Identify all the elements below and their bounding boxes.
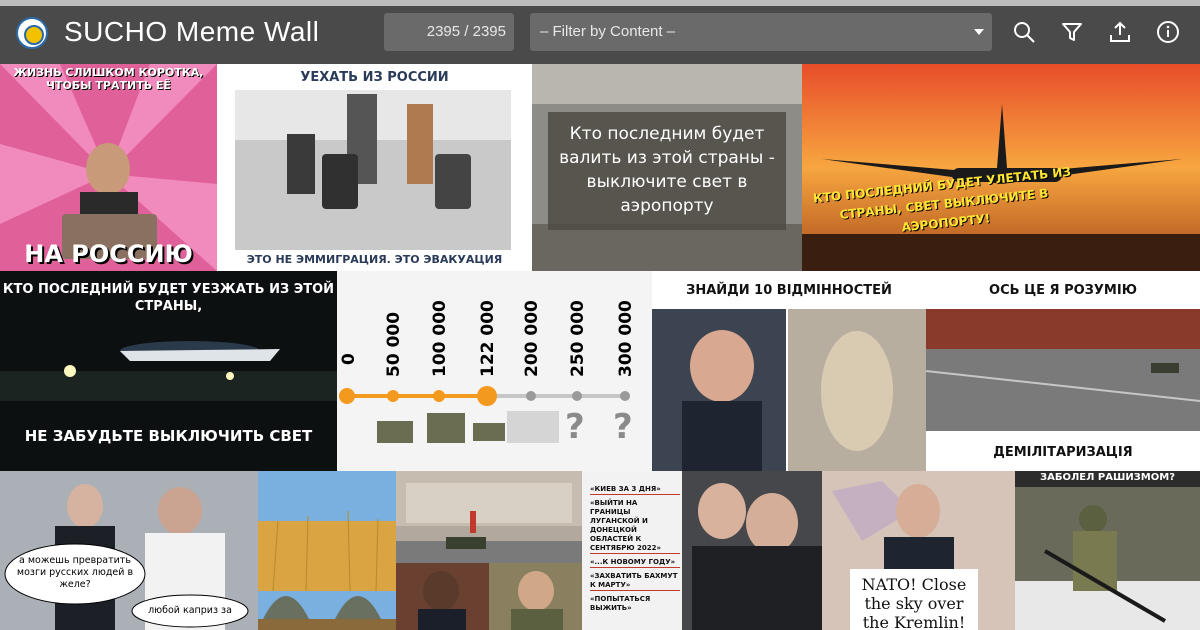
meme-caption-bottom: НА РОССИЮ	[24, 240, 193, 268]
search-icon[interactable]	[1012, 20, 1036, 44]
meme-tile[interactable]: КТО ПОСЛЕДНИЙ БУДЕТ УЕЗЖАТЬ ИЗ ЭТОЙ СТРА…	[0, 271, 337, 471]
meme-image	[926, 309, 1200, 431]
meme-image	[396, 471, 582, 563]
meme-tile[interactable]	[258, 471, 396, 630]
meme-caption-top: ЖИЗНЬ СЛИШКОМ КОРОТКА, ЧТОБЫ ТРАТИТЬ ЕЁ	[13, 66, 204, 92]
meme-tile[interactable]: УЕХАТЬ ИЗ РОССИИ ЭТО НЕ ЭММИГРАЦИЯ. ЭТО …	[217, 64, 532, 271]
tick-label: 300 000	[616, 300, 636, 377]
meme-caption-bottom: НЕ ЗАБУДЬТЕ ВЫКЛЮЧИТЬ СВЕТ	[24, 427, 313, 445]
meme-tile[interactable]: 0 50 000 100 000 122 000 200 000 250 000…	[337, 271, 652, 471]
meme-tile[interactable]: ЗНАЙДИ 10 ВІДМІННОСТЕЙ	[652, 271, 926, 471]
meme-image	[652, 309, 926, 471]
list-item: «ВЫЙТИ НА ГРАНИЦЫ ЛУГАНСКОЙ И ДОНЕЦКОЙ О…	[590, 499, 680, 554]
speech-bubble: а можешь превратить мозги русских людей …	[16, 555, 134, 590]
upload-icon[interactable]	[1108, 20, 1132, 44]
meme-image	[235, 90, 511, 250]
meme-image	[396, 563, 582, 630]
chevron-down-icon	[974, 29, 984, 35]
meme-tile[interactable]: КТО ПОСЛЕДНИЙ БУДЕТ УЛЕТАТЬ ИЗ СТРАНЫ, С…	[802, 64, 1200, 271]
protest-sign: NATO! Close the sky over the Kremlin!	[861, 575, 967, 630]
tick-label: 122 000	[478, 300, 498, 377]
meme-caption: Кто последним будет валить из этой стран…	[559, 124, 775, 216]
meme-image	[1015, 487, 1200, 630]
list-item: «...К НОВОМУ ГОДУ»	[590, 558, 680, 568]
list-item: «ЗАХВАТИТЬ БАХМУТ К МАРТУ»	[590, 572, 680, 591]
meme-tile[interactable]: «КИЕВ ЗА 3 ДНЯ» «ВЫЙТИ НА ГРАНИЦЫ ЛУГАНС…	[582, 471, 822, 630]
app-title: SUCHO Meme Wall	[64, 16, 320, 47]
meme-tile[interactable]	[396, 563, 582, 630]
meme-tile[interactable]: ЖИЗНЬ СЛИШКОМ КОРОТКА, ЧТОБЫ ТРАТИТЬ ЕЁ …	[0, 64, 217, 271]
timeline-ticks: 0 50 000 100 000 122 000 200 000 250 000…	[339, 285, 649, 385]
meme-tile[interactable]: а можешь превратить мозги русских людей …	[0, 471, 258, 630]
meme-caption-bottom: ЭТО НЕ ЭММИГРАЦИЯ. ЭТО ЭВАКУАЦИЯ	[246, 253, 503, 266]
filter-select-label: – Filter by Content –	[540, 23, 676, 40]
meme-tile[interactable]: ОСЬ ЦЕ Я РОЗУМІЮ ДЕМІЛІТАРИЗАЦІЯ	[926, 271, 1200, 471]
tick-label: 200 000	[522, 300, 542, 377]
header-bar: SUCHO Meme Wall 2395 / 2395 – Filter by …	[0, 6, 1200, 64]
tick-label: 100 000	[430, 300, 450, 377]
meme-caption-top: ОСЬ ЦЕ Я РОЗУМІЮ	[989, 283, 1137, 298]
tick-label: 50 000	[384, 311, 404, 377]
meme-tile[interactable]: Кто последним будет валить из этой стран…	[532, 64, 802, 271]
tick-label: 0	[339, 353, 359, 365]
meme-counter: 2395 / 2395	[384, 13, 514, 51]
info-icon[interactable]	[1156, 20, 1180, 44]
list-item: «ПОПЫТАТЬСЯ ВЫЖИТЬ»	[590, 595, 651, 612]
meme-caption-top: КТО ПОСЛЕДНИЙ БУДЕТ УЕЗЖАТЬ ИЗ ЭТОЙ СТРА…	[2, 282, 335, 314]
list-panel: «КИЕВ ЗА 3 ДНЯ» «ВЫЙТИ НА ГРАНИЦЫ ЛУГАНС…	[590, 485, 680, 613]
meme-tile[interactable]	[396, 471, 582, 563]
question-mark: ?	[565, 407, 585, 447]
meme-image	[258, 510, 396, 630]
meme-tile[interactable]: NATO! Close the sky over the Kremlin!	[822, 471, 1015, 630]
question-mark: ?	[613, 407, 633, 447]
tick-label: 250 000	[568, 300, 588, 377]
meme-caption-top: УЕХАТЬ ИЗ РОССИИ	[300, 70, 449, 85]
meme-caption-bottom: ДЕМІЛІТАРИЗАЦІЯ	[993, 445, 1133, 460]
meme-caption: ЗНАЙДИ 10 ВІДМІННОСТЕЙ	[686, 283, 892, 298]
content-filter-select[interactable]: – Filter by Content –	[530, 13, 992, 51]
speech-bubble: любой каприз за	[148, 605, 232, 616]
filter-icon[interactable]	[1060, 20, 1084, 44]
sucho-logo[interactable]	[16, 17, 48, 49]
meme-caption: ЗАБОЛЕЛ РАШИЗМОМ?	[1040, 472, 1175, 483]
list-item: «КИЕВ ЗА 3 ДНЯ»	[590, 485, 680, 495]
meme-tile[interactable]: ЗАБОЛЕЛ РАШИЗМОМ?	[1015, 471, 1200, 630]
